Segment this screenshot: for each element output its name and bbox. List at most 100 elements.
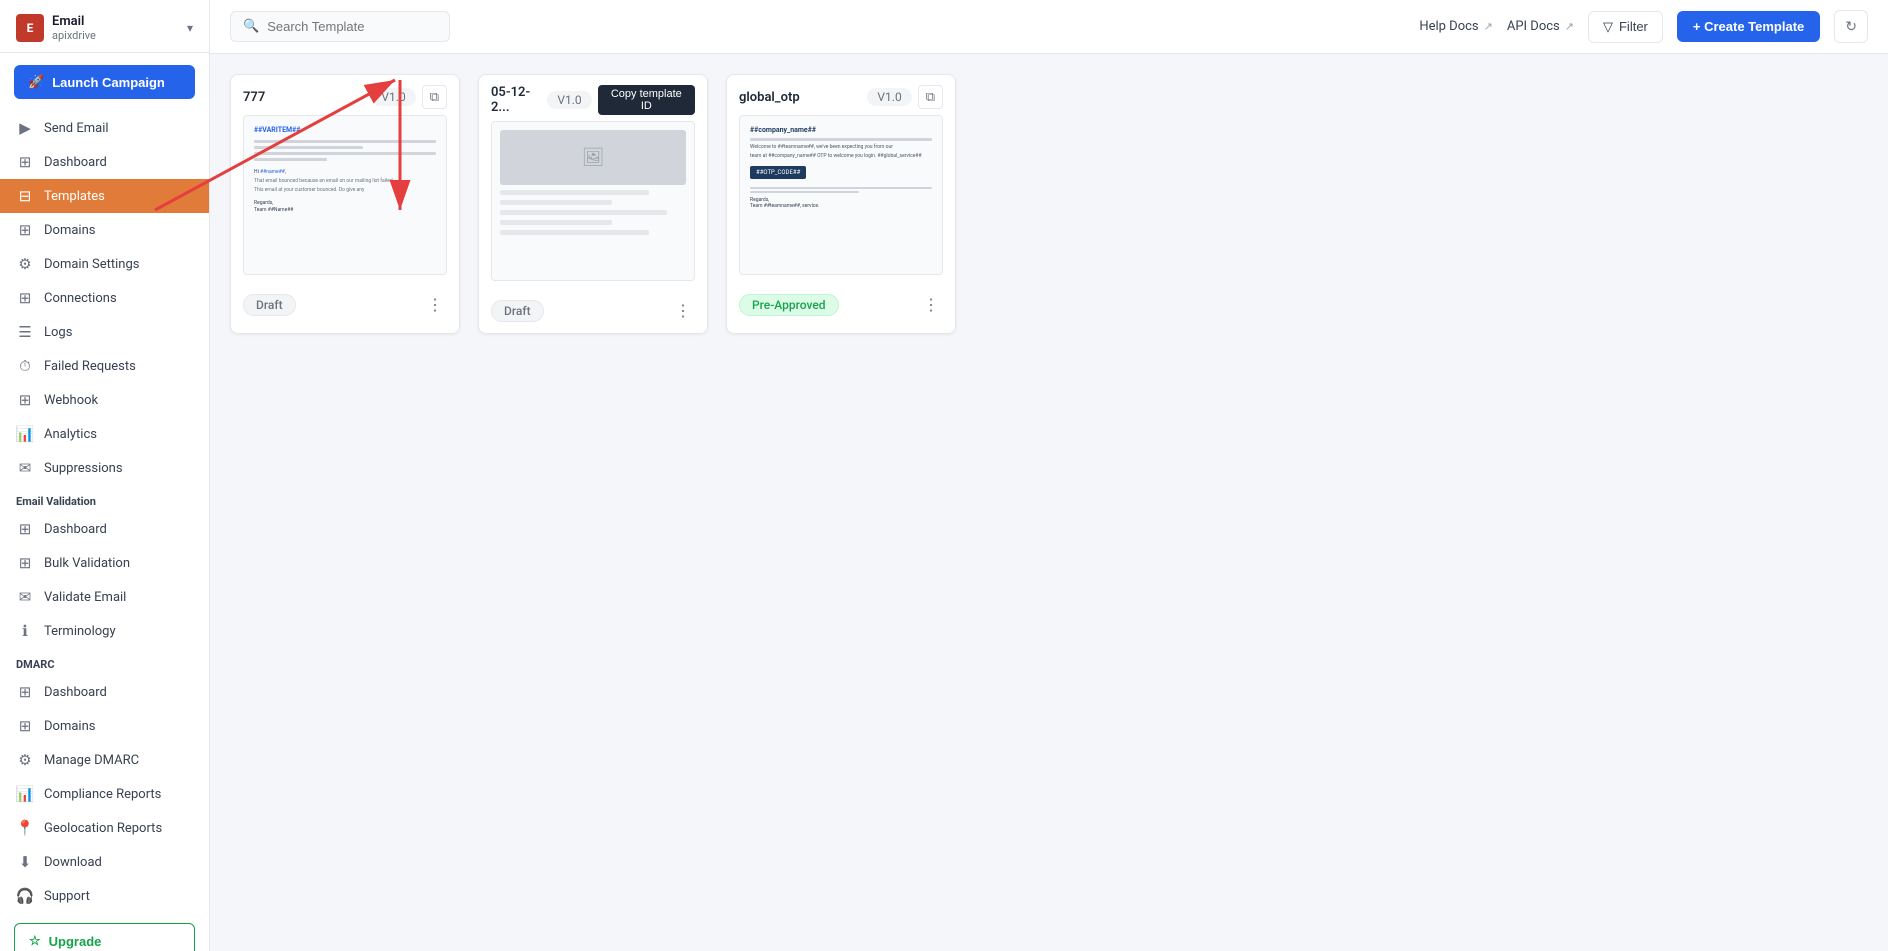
card-3-preview: ##company_name## Welcome to ##teamname##…: [739, 115, 943, 275]
sidebar: E Email apixdrive ▾ 🚀 Launch Campaign ▶ …: [0, 0, 210, 951]
rocket-icon: 🚀: [28, 74, 44, 90]
copy-icon-3: ⧉: [926, 89, 935, 104]
card-2-more-menu[interactable]: ⋮: [671, 299, 695, 323]
sidebar-item-failed-requests[interactable]: ⏱ Failed Requests: [0, 349, 209, 383]
sidebar-item-analytics[interactable]: 📊 Analytics: [0, 417, 209, 451]
card-3-version-actions: V1.0 ⧉: [867, 85, 943, 109]
card-1-preview: ##VARITEM## Hi ##name##, That email boun…: [243, 115, 447, 275]
card-3-version: V1.0: [867, 88, 911, 106]
api-docs-link[interactable]: API Docs ↗: [1507, 19, 1574, 34]
star-icon: ☆: [29, 933, 41, 949]
card-1-footer: Draft ⋮: [231, 285, 459, 327]
sidebar-item-webhook[interactable]: ⊞ Webhook: [0, 383, 209, 417]
card-2-image-placeholder: 🖼: [500, 130, 686, 185]
terminology-icon: ℹ: [16, 622, 34, 640]
sidebar-item-bulk-validation[interactable]: ⊞ Bulk Validation: [0, 546, 209, 580]
dmarc-dashboard-icon: ⊞: [16, 683, 34, 701]
ev-dashboard-icon: ⊞: [16, 520, 34, 538]
validate-email-icon: ✉: [16, 588, 34, 606]
refresh-icon: ↻: [1845, 18, 1857, 34]
geolocation-reports-icon: 📍: [16, 819, 34, 837]
card-2-version: V1.0: [547, 91, 591, 109]
sidebar-item-connections[interactable]: ⊞ Connections: [0, 281, 209, 315]
card-2-status: Draft: [491, 300, 544, 322]
sidebar-item-terminology[interactable]: ℹ Terminology: [0, 614, 209, 648]
card-1-version: V1.0: [371, 88, 415, 106]
sidebar-item-validate-email[interactable]: ✉ Validate Email: [0, 580, 209, 614]
template-card-1: 777 V1.0 ⧉ ##VARITEM##: [230, 74, 460, 334]
sidebar-nav: ▶ Send Email ⊞ Dashboard ⊟ Templates ⊞ D…: [0, 111, 209, 913]
manage-dmarc-icon: ⚙: [16, 751, 34, 769]
compliance-reports-icon: 📊: [16, 785, 34, 803]
sidebar-item-dashboard[interactable]: ⊞ Dashboard: [0, 145, 209, 179]
sidebar-item-geolocation-reports[interactable]: 📍 Geolocation Reports: [0, 811, 209, 845]
template-card-2: 05-12-2... V1.0 Copy template ID 🖼: [478, 74, 708, 334]
sidebar-item-dmarc-dashboard[interactable]: ⊞ Dashboard: [0, 675, 209, 709]
sidebar-item-manage-dmarc[interactable]: ⚙ Manage DMARC: [0, 743, 209, 777]
bulk-validation-icon: ⊞: [16, 554, 34, 572]
dashboard-icon: ⊞: [16, 153, 34, 171]
search-input[interactable]: [267, 19, 437, 34]
help-docs-link[interactable]: Help Docs ↗: [1419, 19, 1493, 34]
card-2-copy-id-button[interactable]: Copy template ID: [598, 85, 695, 115]
logs-icon: ☰: [16, 323, 34, 341]
card-1-header: 777 V1.0 ⧉: [231, 75, 459, 115]
sidebar-item-ev-dashboard[interactable]: ⊞ Dashboard: [0, 512, 209, 546]
sidebar-item-domains[interactable]: ⊞ Domains: [0, 213, 209, 247]
domain-settings-icon: ⚙: [16, 255, 34, 273]
external-link-icon: ↗: [1484, 20, 1493, 33]
card-3-header: global_otp V1.0 ⧉: [727, 75, 955, 115]
search-box[interactable]: 🔍: [230, 11, 450, 42]
card-1-email-preview: ##VARITEM## Hi ##name##, That email boun…: [244, 116, 446, 224]
sidebar-item-compliance-reports[interactable]: 📊 Compliance Reports: [0, 777, 209, 811]
external-link-icon-2: ↗: [1565, 20, 1574, 33]
create-template-button[interactable]: + Create Template: [1677, 11, 1820, 42]
sidebar-item-download[interactable]: ⬇ Download: [0, 845, 209, 879]
card-3-copy-id-button[interactable]: ⧉: [918, 85, 943, 109]
card-1-version-actions: V1.0 ⧉: [371, 85, 447, 109]
templates-icon: ⊟: [16, 187, 34, 205]
sidebar-item-suppressions[interactable]: ✉ Suppressions: [0, 451, 209, 485]
sidebar-logo: E Email apixdrive ▾: [0, 0, 209, 53]
card-3-status: Pre-Approved: [739, 294, 839, 316]
send-email-icon: ▶: [16, 119, 34, 137]
card-1-more-menu[interactable]: ⋮: [423, 293, 447, 317]
app-dropdown-icon[interactable]: ▾: [187, 21, 193, 35]
card-3-more-menu[interactable]: ⋮: [919, 293, 943, 317]
dmarc-domains-icon: ⊞: [16, 717, 34, 735]
copy-tooltip-label: Copy template ID: [611, 88, 682, 112]
card-1-copy-id-button[interactable]: ⧉: [422, 85, 447, 109]
templates-grid: 777 V1.0 ⧉ ##VARITEM##: [230, 74, 1868, 334]
section-label-dmarc: DMARC: [0, 648, 209, 675]
card-2-version-actions: V1.0 Copy template ID: [547, 85, 695, 115]
refresh-button[interactable]: ↻: [1834, 10, 1868, 43]
app-logo-icon: E: [16, 14, 44, 42]
upgrade-button[interactable]: ☆ Upgrade: [14, 923, 195, 951]
app-subtitle: apixdrive: [52, 29, 96, 42]
analytics-icon: 📊: [16, 425, 34, 443]
sidebar-item-send-email[interactable]: ▶ Send Email: [0, 111, 209, 145]
domains-icon: ⊞: [16, 221, 34, 239]
sidebar-item-logs[interactable]: ☰ Logs: [0, 315, 209, 349]
sidebar-item-dmarc-domains[interactable]: ⊞ Domains: [0, 709, 209, 743]
card-2-header: 05-12-2... V1.0 Copy template ID: [479, 75, 707, 121]
support-icon: 🎧: [16, 887, 34, 905]
main-content: 🔍 Help Docs ↗ API Docs ↗ ▽ Filter + Crea…: [210, 0, 1888, 951]
webhook-icon: ⊞: [16, 391, 34, 409]
sidebar-item-templates[interactable]: ⊟ Templates: [0, 179, 209, 213]
image-icon: 🖼: [582, 147, 605, 168]
topbar-right: Help Docs ↗ API Docs ↗ ▽ Filter + Create…: [1419, 10, 1868, 43]
launch-campaign-button[interactable]: 🚀 Launch Campaign: [14, 65, 195, 99]
card-1-title: 777: [243, 90, 265, 105]
card-2-blocks-preview: 🖼: [492, 122, 694, 243]
app-name: Email: [52, 14, 96, 29]
failed-requests-icon: ⏱: [16, 357, 34, 375]
download-icon: ⬇: [16, 853, 34, 871]
filter-button[interactable]: ▽ Filter: [1588, 11, 1663, 43]
sidebar-item-support[interactable]: 🎧 Support: [0, 879, 209, 913]
card-3-footer: Pre-Approved ⋮: [727, 285, 955, 327]
card-3-otp-preview: ##company_name## Welcome to ##teamname##…: [740, 116, 942, 219]
sidebar-item-domain-settings[interactable]: ⚙ Domain Settings: [0, 247, 209, 281]
connections-icon: ⊞: [16, 289, 34, 307]
topbar: 🔍 Help Docs ↗ API Docs ↗ ▽ Filter + Crea…: [210, 0, 1888, 54]
